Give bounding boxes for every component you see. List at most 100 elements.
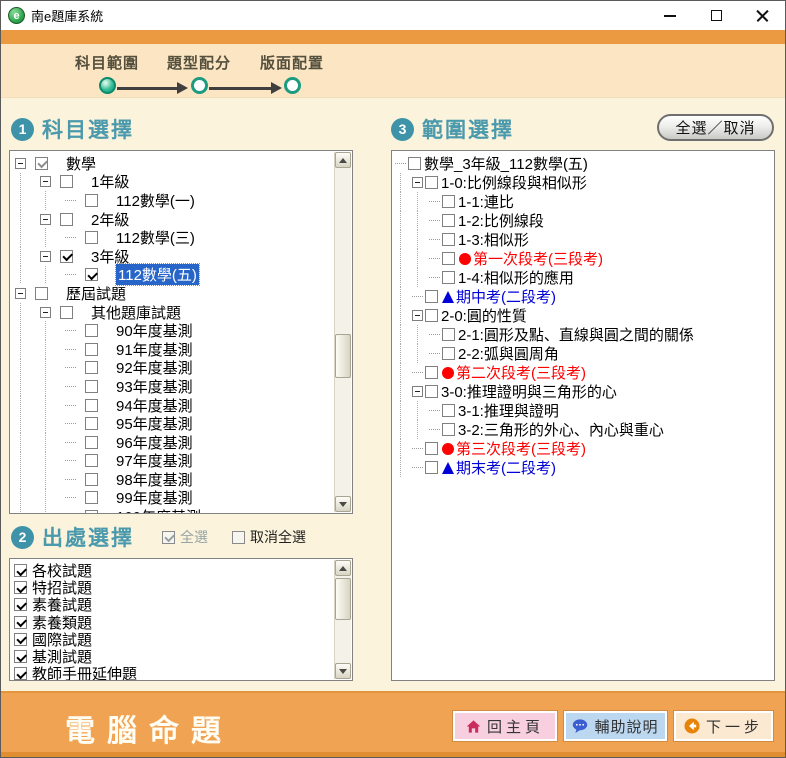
scroll-down-icon[interactable]	[335, 663, 351, 679]
tree-item[interactable]: 112數學(五)	[10, 266, 352, 285]
list-checkbox[interactable]	[14, 598, 27, 611]
tree-item[interactable]: 1-4:相似形的應用	[392, 268, 774, 287]
tree-item[interactable]: 第三次段考(三段考)	[392, 439, 774, 458]
tree-item[interactable]: 數學_3年級_112數學(五)	[392, 154, 774, 173]
tree-item-label[interactable]: 3-0:推理證明與三角形的心	[441, 381, 617, 402]
tree-item[interactable]: 100年度基測	[10, 507, 352, 514]
tree-item[interactable]: 94年度基測	[10, 396, 352, 415]
scrollbar-thumb[interactable]	[335, 578, 351, 620]
tree-item-label[interactable]: 2-2:弧與圓周角	[458, 343, 559, 364]
tree-checkbox[interactable]	[85, 454, 98, 467]
close-button[interactable]	[739, 1, 785, 30]
tree-checkbox[interactable]	[442, 347, 455, 360]
select-all-checkbox[interactable]	[162, 531, 175, 544]
help-button[interactable]: 輔助說明	[564, 711, 667, 741]
tree-checkbox[interactable]	[85, 417, 98, 430]
tree-item[interactable]: 期末考(二段考)	[392, 458, 774, 477]
tree-checkbox[interactable]	[425, 385, 438, 398]
tree-checkbox[interactable]	[60, 175, 73, 188]
tree-checkbox[interactable]	[442, 404, 455, 417]
tree-checkbox[interactable]	[85, 491, 98, 504]
tree-item[interactable]: 98年度基測	[10, 470, 352, 489]
tree-item[interactable]: 2-2:弧與圓周角	[392, 344, 774, 363]
scroll-up-icon[interactable]	[335, 560, 351, 576]
tree-item[interactable]: 數學	[10, 154, 352, 173]
tree-checkbox[interactable]	[85, 194, 98, 207]
tree-checkbox[interactable]	[85, 268, 98, 281]
tree-expander-icon[interactable]	[40, 176, 51, 187]
deselect-all-checkbox[interactable]	[232, 531, 245, 544]
source-list-scrollbar[interactable]	[334, 560, 351, 679]
tree-item[interactable]: 3-0:推理證明與三角形的心	[392, 382, 774, 401]
tree-checkbox[interactable]	[85, 510, 98, 514]
tree-item[interactable]: 91年度基測	[10, 340, 352, 359]
list-item[interactable]: 教師手冊延伸題	[10, 665, 352, 681]
tree-checkbox[interactable]	[85, 436, 98, 449]
tree-checkbox[interactable]	[60, 250, 73, 263]
tree-checkbox[interactable]	[425, 290, 438, 303]
tree-item[interactable]: 1-2:比例線段	[392, 211, 774, 230]
tree-checkbox[interactable]	[85, 473, 98, 486]
tree-checkbox[interactable]	[85, 324, 98, 337]
tree-checkbox[interactable]	[442, 252, 455, 265]
tree-item[interactable]: 2年級	[10, 210, 352, 229]
tree-checkbox[interactable]	[425, 442, 438, 455]
tree-item[interactable]: 3-2:三角形的外心、內心與重心	[392, 420, 774, 439]
tree-item[interactable]: 1-1:連比	[392, 192, 774, 211]
tree-expander-icon[interactable]	[412, 177, 423, 188]
tree-expander-icon[interactable]	[412, 386, 423, 397]
tree-item-label[interactable]: 1-2:比例線段	[458, 210, 544, 231]
tree-checkbox[interactable]	[85, 361, 98, 374]
tree-item[interactable]: 93年度基測	[10, 377, 352, 396]
tree-checkbox[interactable]	[85, 380, 98, 393]
tree-item-label[interactable]: 期末考(二段考)	[456, 457, 556, 478]
home-button[interactable]: 回主頁	[453, 711, 557, 741]
scrollbar-thumb[interactable]	[335, 334, 351, 378]
tree-item[interactable]: 3-1:推理與證明	[392, 401, 774, 420]
tree-item[interactable]: 95年度基測	[10, 414, 352, 433]
tree-item-label[interactable]: 數學_3年級_112數學(五)	[424, 153, 588, 174]
tree-checkbox[interactable]	[425, 366, 438, 379]
tree-checkbox[interactable]	[85, 343, 98, 356]
list-checkbox[interactable]	[14, 616, 27, 629]
tree-checkbox[interactable]	[442, 214, 455, 227]
tree-checkbox[interactable]	[35, 287, 48, 300]
tree-expander-icon[interactable]	[15, 288, 26, 299]
tree-item[interactable]: 第一次段考(三段考)	[392, 249, 774, 268]
tree-item[interactable]: 90年度基測	[10, 321, 352, 340]
tree-checkbox[interactable]	[35, 157, 48, 170]
tree-item[interactable]: 2-1:圓形及點、直線與圓之間的關係	[392, 325, 774, 344]
tree-item-label[interactable]: 112數學(五)	[116, 264, 199, 285]
list-checkbox[interactable]	[14, 581, 27, 594]
tree-checkbox[interactable]	[425, 309, 438, 322]
tree-item[interactable]: 期中考(二段考)	[392, 287, 774, 306]
deselect-all-option[interactable]: 取消全選	[232, 527, 306, 547]
tree-item-label[interactable]: 1-3:相似形	[458, 229, 529, 250]
list-checkbox[interactable]	[14, 564, 27, 577]
tree-item-label[interactable]: 第三次段考(三段考)	[456, 438, 586, 459]
tree-item[interactable]: 92年度基測	[10, 359, 352, 378]
tree-checkbox[interactable]	[60, 213, 73, 226]
tree-expander-icon[interactable]	[40, 214, 51, 225]
select-all-option[interactable]: 全選	[162, 527, 208, 547]
list-checkbox[interactable]	[14, 650, 27, 663]
maximize-button[interactable]	[693, 1, 739, 30]
list-checkbox[interactable]	[14, 633, 27, 646]
tree-item-label[interactable]: 3-2:三角形的外心、內心與重心	[458, 419, 664, 440]
tree-expander-icon[interactable]	[15, 158, 26, 169]
tree-expander-icon[interactable]	[40, 251, 51, 262]
tree-item[interactable]: 1-3:相似形	[392, 230, 774, 249]
tree-checkbox[interactable]	[442, 233, 455, 246]
tree-item-label[interactable]: 1-0:比例線段與相似形	[441, 172, 587, 193]
tree-item[interactable]: 96年度基測	[10, 433, 352, 452]
tree-checkbox[interactable]	[442, 195, 455, 208]
tree-item-label[interactable]: 100年度基測	[116, 506, 201, 514]
tree-checkbox[interactable]	[60, 306, 73, 319]
tree-expander-icon[interactable]	[412, 310, 423, 321]
tree-item[interactable]: 第二次段考(三段考)	[392, 363, 774, 382]
scroll-up-icon[interactable]	[335, 152, 351, 168]
tree-item[interactable]: 112數學(一)	[10, 191, 352, 210]
next-step-button[interactable]: 下一步	[674, 711, 773, 741]
tree-item[interactable]: 2-0:圓的性質	[392, 306, 774, 325]
tree-checkbox[interactable]	[425, 176, 438, 189]
